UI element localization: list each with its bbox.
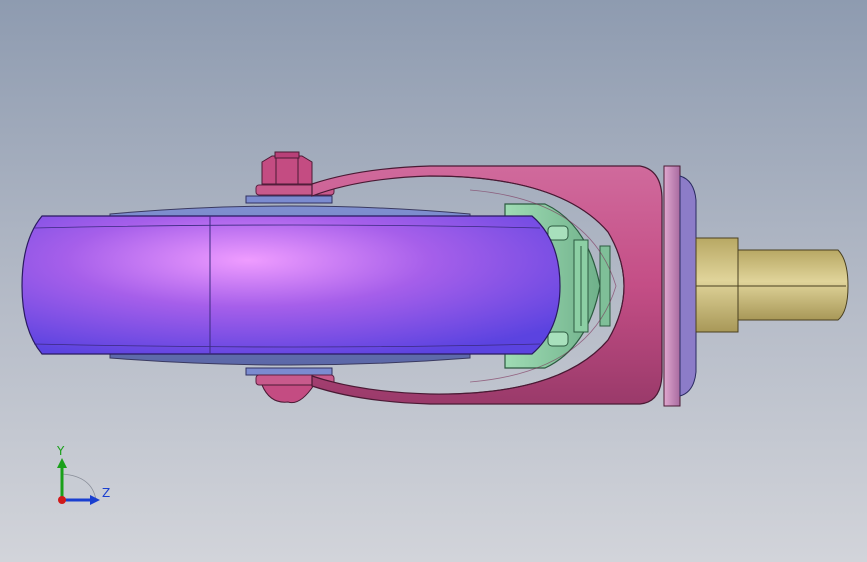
upper-axle-bolt <box>245 151 335 204</box>
threaded-stem <box>695 237 849 333</box>
wheel-tire <box>21 215 561 355</box>
x-axis-dot <box>58 496 66 504</box>
caster-wheel-model[interactable]: Y Z <box>0 0 867 562</box>
y-axis-head <box>57 458 67 468</box>
z-axis-label: Z <box>102 486 110 500</box>
mounting-plate <box>663 165 697 407</box>
y-axis-label: Y <box>56 444 65 458</box>
axis-triad: Y Z <box>56 444 110 505</box>
cad-viewport[interactable]: Y Z <box>0 0 867 562</box>
